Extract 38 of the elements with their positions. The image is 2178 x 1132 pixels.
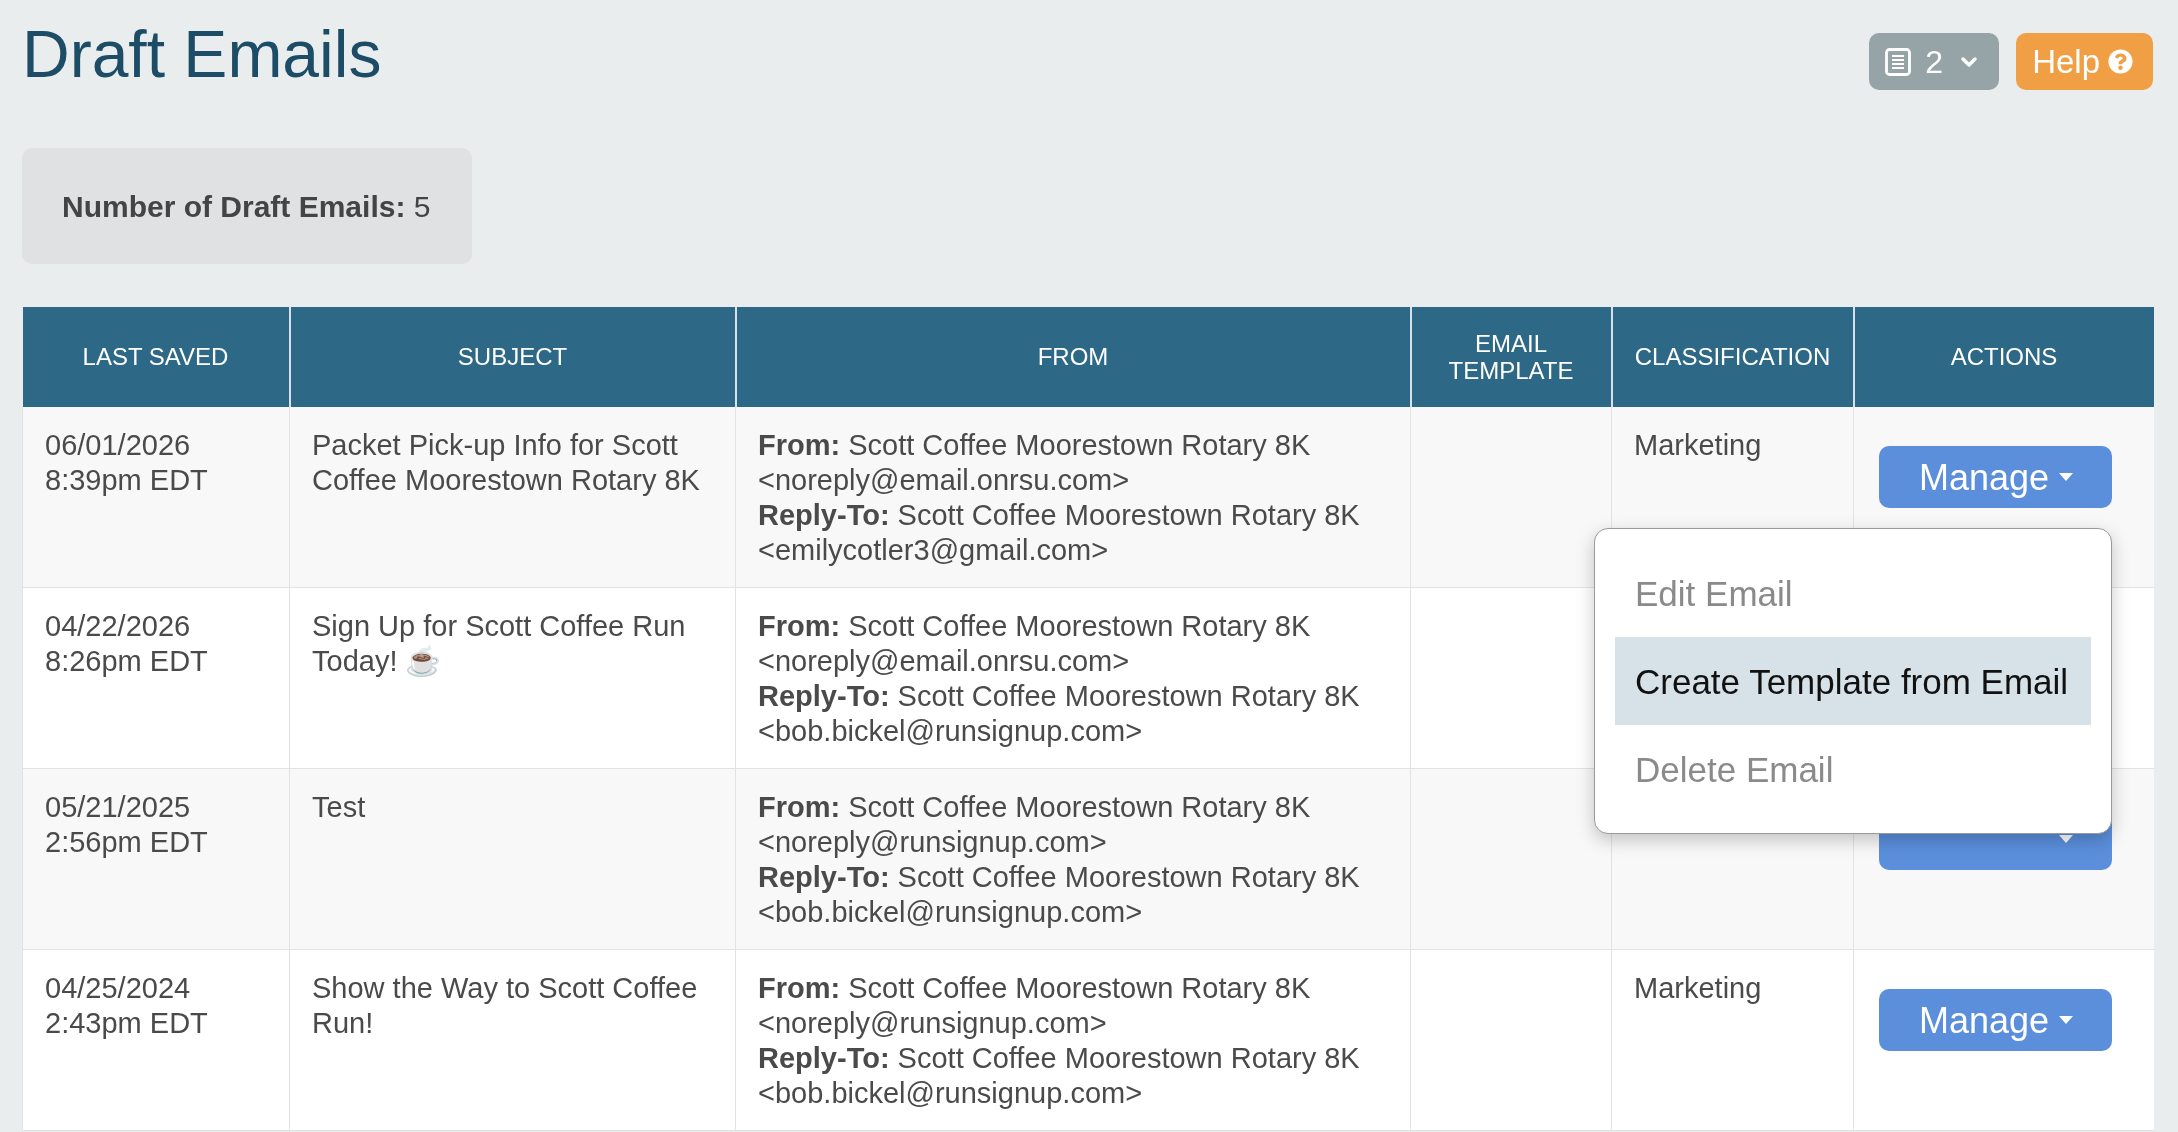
classification-text: Marketing: [1634, 971, 1763, 1007]
draft-count-text: Number of Draft Emails: 5: [62, 188, 431, 225]
reply-to-address: Reply-To: Scott Coffee Moorestown Rotary 8K <bob.bickel@runsignup.com>: [758, 1041, 1361, 1112]
column-header: SUBJECT: [289, 307, 736, 408]
column-header: ACTIONS: [1853, 307, 2154, 408]
saved-time: 8:26pm EDT: [45, 644, 209, 680]
saved-date: 05/21/2025: [45, 790, 192, 826]
column-header: FROM: [735, 307, 1411, 408]
manage-button[interactable]: Manage: [1879, 989, 2112, 1052]
reply-to-address: Reply-To: Scott Coffee Moorestown Rotary 8K <bob.bickel@runsignup.com>: [758, 860, 1361, 931]
reply-to-address: Reply-To: Scott Coffee Moorestown Rotary 8K <bob.bickel@runsignup.com>: [758, 679, 1361, 750]
saved-time: 2:43pm EDT: [45, 1006, 209, 1042]
subject-text: Show the Way to Scott Coffee Run!: [312, 971, 699, 1042]
from-address: From: Scott Coffee Moorestown Rotary 8K <noreply@runsignup.com>: [758, 971, 1312, 1042]
subject-text: Sign Up for Scott Coffee Run Today! ☕: [312, 609, 687, 680]
caret-down-icon: [2059, 1016, 2073, 1025]
manage-button[interactable]: Manage: [1879, 446, 2112, 509]
saved-time: 2:56pm EDT: [45, 825, 209, 861]
classification-text: Marketing: [1634, 428, 1763, 464]
menu-item[interactable]: Create Template from Email: [1615, 637, 2091, 726]
caret-down-icon: [2059, 473, 2073, 482]
saved-date: 04/25/2024: [45, 971, 192, 1007]
saved-date: 06/01/2026: [45, 428, 192, 464]
subject-text: Test: [312, 790, 367, 826]
column-header: EMAIL TEMPLATE: [1410, 307, 1612, 408]
column-header: LAST SAVED: [22, 307, 290, 408]
from-address: From: Scott Coffee Moorestown Rotary 8K <noreply@email.onrsu.com>: [758, 609, 1312, 680]
column-header: CLASSIFICATION: [1611, 307, 1854, 408]
subject-text: Packet Pick-up Info for Scott Coffee Moorestown Rotary 8K: [312, 428, 701, 499]
from-address: From: Scott Coffee Moorestown Rotary 8K <noreply@runsignup.com>: [758, 790, 1312, 861]
document-lines-icon: [1885, 47, 1912, 76]
from-address: From: Scott Coffee Moorestown Rotary 8K <noreply@email.onrsu.com>: [758, 428, 1312, 499]
help-button[interactable]: Help: [2016, 33, 2153, 90]
page-title: Draft Emails: [22, 16, 382, 93]
reply-to-address: Reply-To: Scott Coffee Moorestown Rotary 8K <emilycotler3@gmail.com>: [758, 498, 1361, 569]
saved-time: 8:39pm EDT: [45, 463, 209, 499]
pages-button[interactable]: 2: [1869, 33, 2000, 90]
saved-date: 04/22/2026: [45, 609, 192, 645]
